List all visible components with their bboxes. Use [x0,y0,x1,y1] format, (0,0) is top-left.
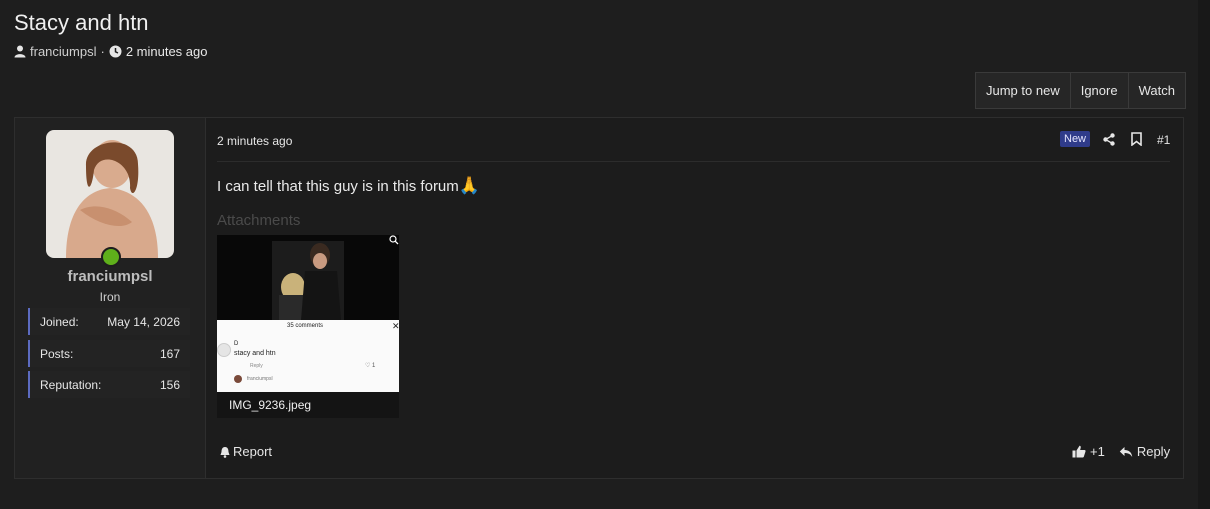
post-footer-actions: +1 Reply [1072,444,1170,459]
post-number-link[interactable]: #1 [1157,133,1170,147]
attachment-photo [217,235,399,320]
user-icon [14,45,26,58]
comment-like-count: ♡ 1 [365,363,376,369]
new-badge: New [1060,131,1091,147]
thread-meta: franciumpsl · 2 minutes ago [14,44,207,59]
scrollbar-track[interactable] [1198,0,1210,509]
like-button[interactable]: +1 [1072,444,1105,459]
thread-title: Stacy and htn [14,10,149,35]
post-body: I can tell that this guy is in this foru… [217,176,480,196]
stat-value: 156 [159,377,180,392]
avatar[interactable] [46,130,174,258]
user-rank: Iron [99,290,121,304]
stat-value: 167 [159,346,180,361]
jump-to-new-button[interactable]: Jump to new [976,73,1071,108]
post-username[interactable]: franciumpsl [15,268,205,285]
bell-icon [220,446,230,458]
stat-label: Joined: [40,314,79,329]
stat-joined: Joined: May 14, 2026 [28,308,190,335]
thumbs-up-icon [1072,445,1086,458]
online-status-indicator [101,247,121,267]
attachments-heading: Attachments [217,212,301,229]
share-icon[interactable] [1103,133,1115,146]
attachment-filename[interactable]: IMG_9236.jpeg [217,392,399,418]
clock-icon [109,45,122,58]
post-user-panel: franciumpsl Iron Joined: May 14, 2026 Po… [15,118,206,478]
post-date-link[interactable]: 2 minutes ago [217,134,292,148]
watch-button[interactable]: Watch [1129,73,1185,108]
thread-time: 2 minutes ago [125,44,208,59]
ignore-button[interactable]: Ignore [1071,73,1129,108]
report-button[interactable]: Report [219,444,272,459]
stat-label: Posts: [40,346,74,361]
meta-separator: · [100,44,105,59]
praying-hands-emoji: 🙏 [458,176,480,195]
thread-author-link[interactable]: franciumpsl [30,44,96,59]
post-header-divider [217,161,1170,162]
reply-button[interactable]: Reply [1119,444,1170,459]
bookmark-icon[interactable] [1131,132,1142,146]
reaction-count: +1 [1090,444,1105,459]
stat-label: Reputation: [40,377,102,392]
reply-icon [1119,446,1133,457]
close-icon: ✕ [392,321,399,331]
post-content: 2 minutes ago New #1 I can tell that thi… [217,118,1171,478]
commenter-name: D [234,341,239,347]
stat-posts: Posts: 167 [28,340,190,367]
attachment-thumbnail[interactable]: 35 comments ✕ D stacy and htn Reply ♡ 1 … [217,235,399,418]
stat-value: May 14, 2026 [107,314,180,329]
zoom-icon[interactable] [389,235,399,245]
commenter-avatar [217,343,231,357]
reply-avatar [234,375,242,383]
comment-reply-link: Reply [250,363,263,369]
thread-actions: Jump to new Ignore Watch [975,72,1186,109]
post-text: I can tell that this guy is in this foru… [217,177,459,195]
comments-count: 35 comments [287,323,324,329]
report-label: Report [233,444,273,459]
post-container: franciumpsl Iron Joined: May 14, 2026 Po… [14,117,1184,479]
stat-reputation: Reputation: 156 [28,371,190,398]
reply-label: Reply [1136,444,1171,459]
reply-username: franciumpsl [247,376,273,382]
comment-text: stacy and htn [234,350,276,357]
